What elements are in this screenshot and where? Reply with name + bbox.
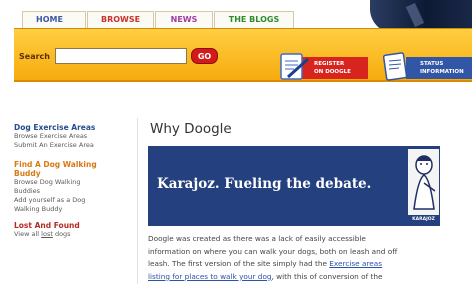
browse-buddies-link[interactable]: Browse Dog Walking (14, 178, 137, 187)
ad-banner[interactable]: Karajoz. Fueling the debate. (148, 146, 440, 226)
banner-cartoon: KARAJOZ (408, 149, 439, 224)
banner-text: Karajoz. Fueling the debate. (157, 176, 372, 192)
banner-art-label: KARAJOZ (408, 215, 439, 224)
register-button[interactable]: REGISTER ON DOOGLE (278, 51, 368, 81)
cartoon-figure-icon (413, 155, 436, 210)
sidebar: Dog Exercise Areas Browse Exercise Areas… (14, 118, 138, 284)
tab-browse[interactable]: BROWSE (87, 11, 154, 28)
search-input[interactable] (55, 48, 187, 64)
submit-exercise-area-link[interactable]: Submit An Exercise Area (14, 141, 137, 150)
tab-home[interactable]: HOME (22, 11, 86, 28)
walk-dog-listing-link[interactable]: listing for places to walk your dog (148, 272, 272, 281)
sidebar-heading: Lost And Found (14, 221, 80, 230)
browse-exercise-areas-link[interactable]: Browse Exercise Areas (14, 132, 137, 141)
add-buddy-link[interactable]: Walking Buddy (14, 205, 137, 214)
sidebar-heading: Buddy (14, 169, 41, 178)
add-buddy-link[interactable]: Add yourself as a Dog (14, 196, 137, 205)
info-page-icon (382, 52, 408, 81)
sidebar-section-lost: Lost And Found View all lost dogs (14, 221, 137, 239)
tab-news[interactable]: NEWS (155, 11, 213, 28)
exercise-areas-link[interactable]: Exercise areas (329, 259, 382, 268)
form-pencil-icon (280, 53, 310, 80)
view-lost-dogs-link[interactable]: View all lost dogs (14, 230, 137, 239)
sidebar-heading: Dog Exercise Areas (14, 123, 96, 132)
sidebar-section-exercise: Dog Exercise Areas Browse Exercise Areas… (14, 123, 137, 150)
go-button[interactable]: GO (191, 48, 218, 64)
main-nav: HOME BROWSE NEWS THE BLOGS (22, 11, 295, 28)
tab-the-blogs[interactable]: THE BLOGS (214, 11, 294, 28)
sidebar-heading: Find A Dog Walking (14, 160, 97, 169)
status-button[interactable]: STATUS INFORMATION (381, 51, 472, 81)
browse-buddies-link[interactable]: Buddies (14, 187, 137, 196)
register-label: REGISTER ON DOOGLE (302, 57, 368, 79)
status-label: STATUS INFORMATION (406, 57, 472, 79)
sidebar-section-walking: Find A Dog Walking Buddy Browse Dog Walk… (14, 160, 137, 214)
intro-paragraph: Doogle was created as there was a lack o… (148, 234, 398, 281)
page-title: Why Doogle (150, 121, 232, 137)
search-label: Search (19, 52, 50, 61)
